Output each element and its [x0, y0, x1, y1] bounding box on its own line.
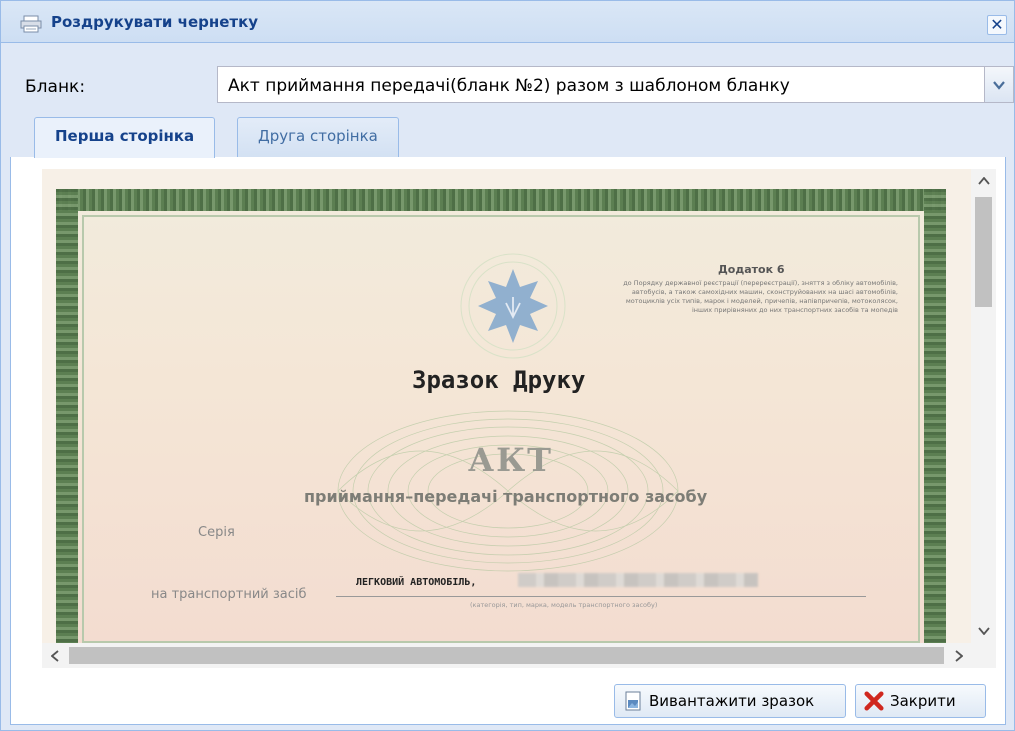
scroll-down-arrow-icon[interactable] [971, 619, 996, 643]
border-pattern-right [924, 189, 946, 643]
addendum-text: до Порядку державної реєстрації (перереє… [623, 279, 898, 314]
scroll-right-arrow-icon[interactable] [946, 643, 971, 668]
printer-icon [20, 15, 42, 33]
vertical-scrollbar[interactable] [971, 169, 996, 643]
document-title: АКТ [468, 441, 553, 479]
certificate: Додаток 6 до Порядку державної реєстраці… [56, 189, 946, 643]
horizontal-scroll-thumb[interactable] [69, 647, 944, 664]
print-draft-dialog: Роздрукувати чернетку ✕ Бланк: Акт прийм… [0, 0, 1015, 731]
close-dialog-button[interactable]: ✕ [987, 15, 1007, 35]
red-x-icon [864, 691, 884, 711]
preview-panel: Додаток 6 до Порядку державної реєстраці… [10, 157, 1006, 725]
border-pattern-top [56, 189, 946, 211]
emblem-icon [460, 253, 566, 359]
redacted-vehicle-details [518, 573, 758, 587]
blank-select[interactable]: Акт приймання передачі(бланк №2) разом з… [217, 66, 1014, 103]
blank-label: Бланк: [25, 77, 86, 97]
blank-select-value: Акт приймання передачі(бланк №2) разом з… [228, 76, 790, 96]
dialog-footer: Вивантажити зразок Закрити [11, 678, 1007, 725]
vehicle-value: ЛЕГКОВИЙ АВТОМОБІЛЬ, [356, 577, 477, 588]
blank-select-trigger[interactable] [984, 67, 1013, 102]
dialog-titlebar: Роздрукувати чернетку ✕ [1, 1, 1014, 43]
tab-first-page[interactable]: Перша сторінка [34, 117, 216, 158]
border-pattern-left [56, 189, 78, 643]
vehicle-underline [336, 596, 866, 597]
tab-second-page[interactable]: Друга сторінка [237, 117, 399, 157]
vehicle-caption: (категорія, тип, марка, модель транспорт… [470, 601, 658, 609]
close-label: Закрити [890, 692, 956, 710]
dialog-body: Бланк: Акт приймання передачі(бланк №2) … [10, 45, 1014, 725]
document-preview[interactable]: Додаток 6 до Порядку державної реєстраці… [42, 169, 971, 643]
addendum-title: Додаток 6 [718, 263, 785, 276]
document-icon [623, 691, 643, 711]
vehicle-label: на транспортний засіб [151, 587, 307, 602]
page-tabs: Перша сторінка Друга сторінка [10, 113, 1006, 158]
specimen-watermark: Зразок Друку [412, 366, 586, 394]
close-icon: ✕ [990, 15, 1004, 34]
chevron-down-icon [993, 80, 1005, 90]
download-sample-button[interactable]: Вивантажити зразок [614, 684, 846, 718]
vertical-scroll-thumb[interactable] [975, 197, 992, 307]
dialog-title: Роздрукувати чернетку [51, 13, 259, 31]
horizontal-scrollbar[interactable] [42, 643, 996, 668]
scroll-left-arrow-icon[interactable] [42, 643, 67, 668]
document-subtitle: приймання–передачі транспортного засобу [304, 487, 708, 506]
download-sample-label: Вивантажити зразок [649, 692, 815, 710]
close-button[interactable]: Закрити [855, 684, 986, 718]
scroll-up-arrow-icon[interactable] [971, 169, 996, 193]
series-label: Серія [198, 525, 235, 540]
